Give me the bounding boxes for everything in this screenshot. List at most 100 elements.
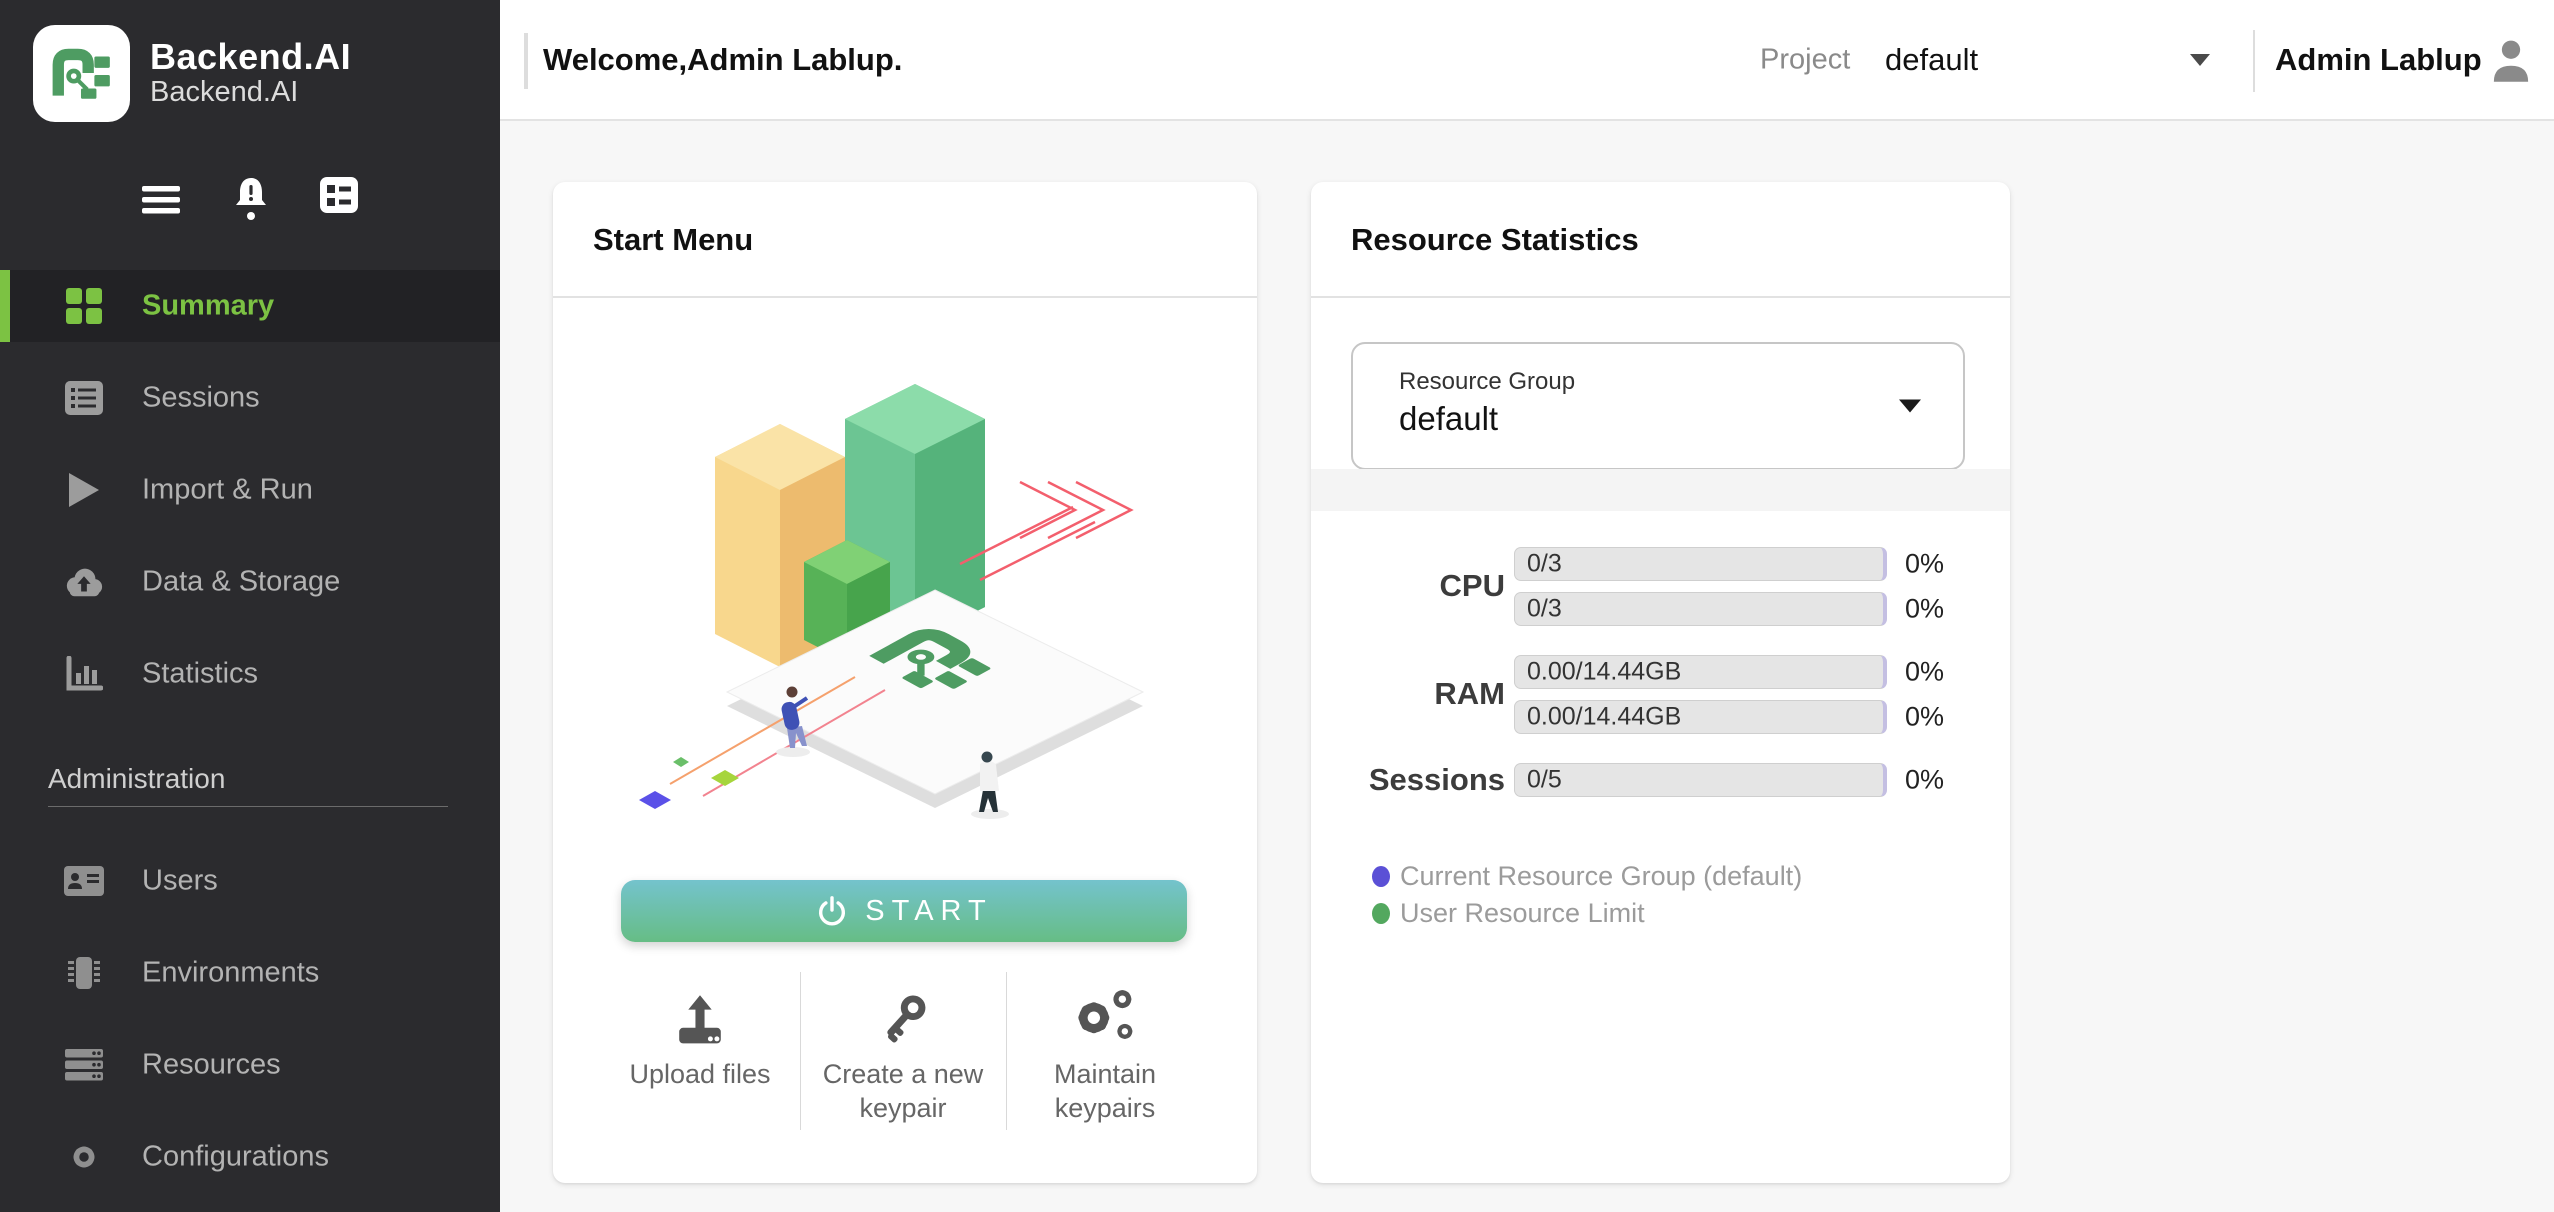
sidebar-item-label: Import & Run — [142, 474, 313, 507]
backend-ai-logo-glyph — [49, 45, 115, 103]
notifications-bell-icon[interactable] — [231, 176, 271, 222]
gears-icon — [1010, 972, 1200, 1048]
create-keypair-action[interactable]: Create a new keypair — [808, 972, 998, 1126]
bar-percent: 0% — [1905, 702, 1944, 733]
sidebar-item-resources[interactable]: Resources — [0, 1029, 500, 1101]
server-icon — [64, 1045, 104, 1085]
sidebar-item-label: Statistics — [142, 658, 258, 691]
action-label: Maintain keypairs — [1010, 1058, 1200, 1126]
panels-toggle-icon[interactable] — [320, 177, 358, 213]
sidebar-item-label: Users — [142, 865, 218, 898]
sidebar-item-label: Summary — [142, 290, 274, 323]
bar-percent: 0% — [1905, 594, 1944, 625]
sidebar-item-label: Resources — [142, 1049, 281, 1082]
bar-value: 0/5 — [1527, 766, 1562, 795]
start-menu-header: Start Menu — [553, 182, 1257, 298]
start-menu-card: Start Menu — [553, 182, 1257, 1183]
sidebar-toolbar — [0, 170, 500, 230]
id-card-icon — [64, 861, 104, 901]
admin-section-divider — [48, 806, 448, 807]
cloud-upload-icon — [64, 562, 104, 602]
actions-divider — [800, 972, 801, 1130]
bar-value: 0/3 — [1527, 595, 1562, 624]
sidebar-item-configurations[interactable]: Configurations — [0, 1121, 500, 1193]
resource-group-value: default — [1399, 400, 1498, 438]
microchip-icon — [64, 953, 104, 993]
sidebar-item-summary[interactable]: Summary — [0, 270, 500, 342]
bar-value: 0/3 — [1527, 550, 1562, 579]
actions-divider — [1006, 972, 1007, 1130]
bar-percent: 0% — [1905, 549, 1944, 580]
upload-icon — [605, 972, 795, 1048]
legend-item-user-resource-limit: User Resource Limit — [1372, 898, 1645, 929]
play-icon — [64, 470, 104, 510]
legend-dot-green — [1372, 903, 1390, 924]
start-button-label: START — [865, 895, 992, 928]
meter-name-sessions: Sessions — [1345, 762, 1505, 798]
section-gap — [1311, 469, 2010, 511]
sidebar-item-import-run[interactable]: Import & Run — [0, 454, 500, 526]
maintain-keypairs-action[interactable]: Maintain keypairs — [1010, 972, 1200, 1126]
admin-section-title: Administration — [48, 763, 225, 795]
key-icon — [808, 972, 998, 1048]
bar-value: 0.00/14.44GB — [1527, 658, 1681, 687]
bar-chart-icon — [64, 654, 104, 694]
ram-usage-bar-1: 0.00/14.44GB — [1514, 655, 1887, 689]
sidebar-item-statistics[interactable]: Statistics — [0, 638, 500, 710]
bar-percent: 0% — [1905, 657, 1944, 688]
cpu-usage-bar-2: 0/3 — [1514, 592, 1887, 626]
welcome-message: Welcome,Admin Lablup. — [543, 42, 902, 78]
action-label: Upload files — [605, 1058, 795, 1092]
resource-group-select[interactable]: Resource Group default — [1351, 342, 1965, 470]
sidebar-item-label: Environments — [142, 957, 319, 990]
legend-label: User Resource Limit — [1400, 898, 1645, 929]
topbar: Welcome,Admin Lablup. Project default Ad… — [500, 0, 2554, 121]
bar-percent: 0% — [1905, 765, 1944, 796]
resource-statistics-card: Resource Statistics Resource Group defau… — [1311, 182, 2010, 1183]
sidebar-item-data-storage[interactable]: Data & Storage — [0, 546, 500, 618]
ram-usage-bar-2: 0.00/14.44GB — [1514, 700, 1887, 734]
cpu-usage-bar-1: 0/3 — [1514, 547, 1887, 581]
start-button[interactable]: START — [621, 880, 1187, 942]
card-title: Resource Statistics — [1351, 222, 1639, 258]
upload-files-action[interactable]: Upload files — [605, 972, 795, 1092]
user-name: Admin Lablup — [2275, 42, 2482, 78]
sidebar-item-environments[interactable]: Environments — [0, 937, 500, 1009]
gear-icon — [64, 1137, 104, 1177]
meter-name-ram: RAM — [1345, 676, 1505, 712]
card-title: Start Menu — [593, 222, 753, 258]
backend-ai-logo[interactable] — [33, 25, 130, 122]
caret-down-icon[interactable] — [2188, 52, 2212, 68]
legend-item-current-resource-group: Current Resource Group (default) — [1372, 861, 1802, 892]
legend-dot-purple — [1372, 866, 1390, 887]
sidebar-item-label: Configurations — [142, 1141, 329, 1174]
sessions-usage-bar: 0/5 — [1514, 763, 1887, 797]
legend-label: Current Resource Group (default) — [1400, 861, 1802, 892]
sidebar-item-users[interactable]: Users — [0, 845, 500, 917]
project-label: Project — [1760, 44, 1850, 77]
brand-subtitle: Backend.AI — [150, 76, 298, 109]
backend-ai-console: Backend.AI Backend.AI — [0, 0, 2554, 1212]
quick-actions: Upload files Create a new keypair — [553, 972, 1257, 1172]
backend-ai-illustration — [595, 332, 1215, 822]
topbar-divider — [2253, 30, 2255, 92]
project-select[interactable]: default — [1885, 42, 1978, 78]
power-icon — [815, 894, 849, 928]
meter-name-cpu: CPU — [1345, 568, 1505, 604]
brand-title: Backend.AI — [150, 36, 351, 78]
resource-statistics-header: Resource Statistics — [1311, 182, 2010, 298]
grid-icon — [64, 286, 104, 326]
caret-down-icon — [1897, 398, 1923, 415]
sidebar: Backend.AI Backend.AI — [0, 0, 500, 1212]
action-label: Create a new keypair — [808, 1058, 998, 1126]
person-icon[interactable] — [2488, 36, 2534, 84]
list-icon — [64, 378, 104, 418]
sidebar-item-label: Sessions — [142, 382, 260, 415]
sidebar-item-label: Data & Storage — [142, 566, 340, 599]
hamburger-menu-icon[interactable] — [142, 184, 180, 216]
active-indicator — [0, 270, 10, 342]
sidebar-item-sessions[interactable]: Sessions — [0, 362, 500, 434]
welcome-accent-bar — [524, 33, 528, 89]
bar-value: 0.00/14.44GB — [1527, 703, 1681, 732]
resource-group-label: Resource Group — [1399, 368, 1575, 396]
